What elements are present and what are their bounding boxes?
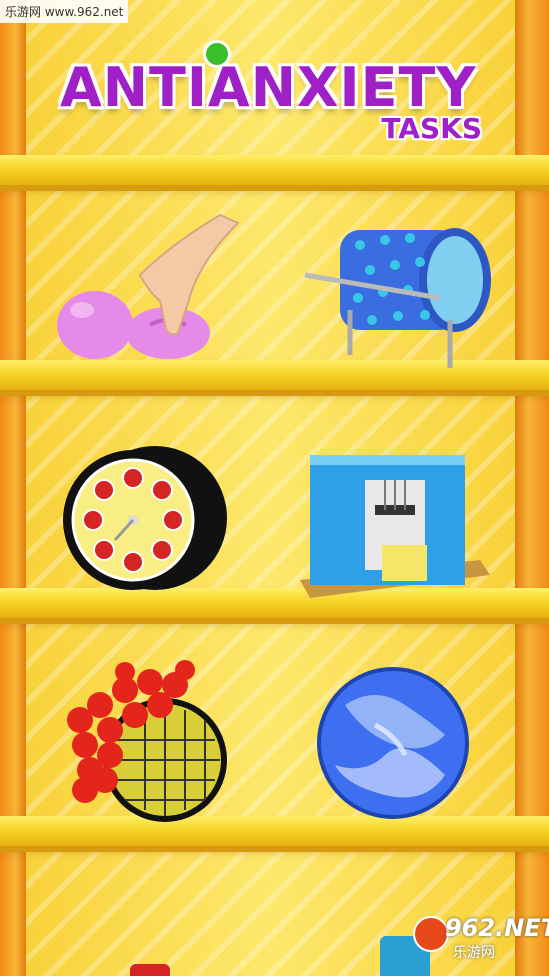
spiked-roller-icon <box>304 228 491 368</box>
game-title: ANTIANXIETY TASKS <box>60 40 500 150</box>
squishy-putty-ball-item[interactable] <box>50 205 240 365</box>
bubble-wrap-wheel-item[interactable] <box>55 440 235 600</box>
blue-marble-ball-icon <box>317 667 469 819</box>
title-sub-text: TASKS <box>381 112 482 145</box>
red-bead-mesh-ball-item[interactable] <box>55 660 230 825</box>
shelf-plank-1 <box>0 155 549 191</box>
watermark-logo: 962.NET 乐游网 <box>413 910 549 966</box>
watermark-chinese: 乐游网 <box>453 945 495 961</box>
bubble-wrap-wheel-icon <box>63 446 227 590</box>
blue-box-machine-item[interactable] <box>300 450 490 605</box>
squishy-putty-ball-icon <box>57 213 240 359</box>
watermark-logo-icon <box>413 916 449 952</box>
title-i-dot-icon <box>203 40 231 68</box>
watermark-top: 乐游网 www.962.net <box>0 0 129 23</box>
next-row-red-item-peek <box>130 964 170 976</box>
blue-marble-ball-item[interactable] <box>315 665 475 825</box>
watermark-number: 962.NET <box>445 914 549 942</box>
spiked-roller-item[interactable] <box>300 220 500 370</box>
title-main-text: ANTIANXIETY <box>60 56 477 119</box>
blue-box-machine-icon <box>300 455 490 598</box>
red-bead-mesh-ball-icon <box>67 660 227 822</box>
